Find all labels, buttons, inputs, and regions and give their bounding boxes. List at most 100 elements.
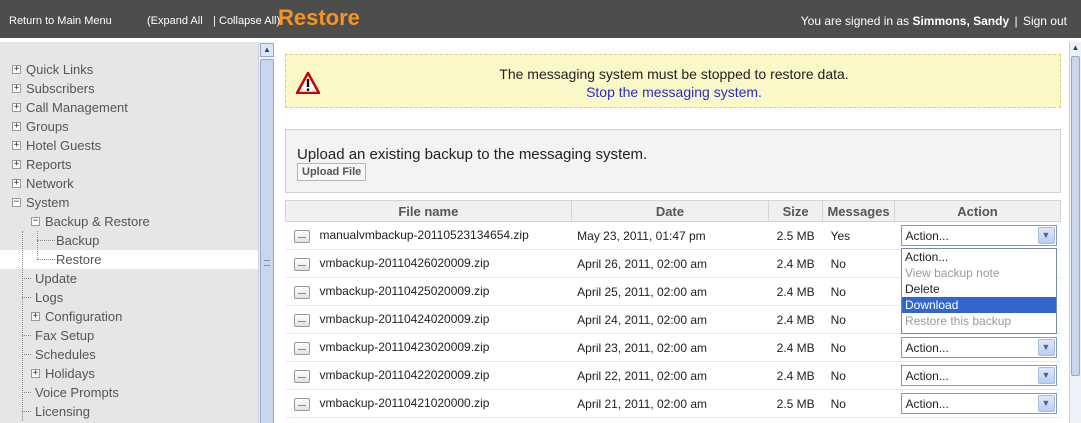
date-cell: May 23, 2011, 01:47 pm [571, 221, 769, 250]
column-header-size[interactable]: Size [768, 200, 824, 222]
sidebar-item-holidays[interactable]: + Holidays [0, 364, 258, 383]
return-to-main-menu-link[interactable]: Return to Main Menu [9, 15, 112, 27]
backup-note-icon[interactable] [293, 397, 310, 411]
expand-icon[interactable]: + [31, 369, 40, 378]
messages-cell: Yes [822, 221, 895, 250]
expand-icon[interactable]: + [12, 179, 21, 188]
date-cell: April 26, 2011, 02:00 am [571, 249, 769, 278]
dropdown-option-view-backup-note: View backup note [905, 266, 1000, 280]
chevron-down-icon[interactable]: ▼ [1037, 395, 1055, 412]
date-cell: April 22, 2011, 02:00 am [571, 361, 769, 390]
action-cell: Action... ▼ [894, 361, 1061, 390]
expand-icon[interactable]: + [12, 141, 21, 150]
page-title: Restore [278, 5, 360, 30]
sidebar-item-update[interactable]: Update [0, 269, 258, 288]
tree-connector [37, 259, 55, 260]
sign-out-link[interactable]: Sign out [1023, 14, 1067, 28]
backup-note-icon[interactable] [293, 313, 310, 327]
sidebar-item-hotel-guests[interactable]: + Hotel Guests [0, 136, 258, 155]
sidebar-item-backup-restore[interactable]: − Backup & Restore [0, 212, 258, 231]
sidebar-scrollbar[interactable]: ▲ [258, 42, 274, 423]
sidebar-item-system[interactable]: − System [0, 193, 258, 212]
sidebar-item-reports[interactable]: + Reports [0, 155, 258, 174]
collapse-all-link[interactable]: Collapse All) [219, 15, 280, 27]
sidebar-item-configuration[interactable]: + Configuration [0, 307, 258, 326]
sidebar-item-subscribers[interactable]: + Subscribers [0, 79, 258, 98]
tree-connector [22, 392, 31, 393]
backup-note-icon[interactable] [293, 341, 310, 355]
sidebar-item-network[interactable]: + Network [0, 174, 258, 193]
action-dropdown-list[interactable]: Action... View backup note Delete Download R… [901, 248, 1057, 334]
collapse-icon[interactable]: − [12, 198, 21, 207]
action-select[interactable]: Action... ▼ [900, 365, 1057, 386]
sidebar-item-label: Network [26, 176, 74, 191]
expand-icon[interactable]: + [31, 312, 40, 321]
file-name-cell: vmbackup-20110423020009.zip [285, 333, 572, 362]
table-row: vmbackup-20110421020000.zip April 21, 201… [285, 389, 1061, 418]
expand-icon[interactable]: + [12, 160, 21, 169]
file-name-cell: vmbackup-20110425020009.zip [285, 277, 572, 306]
action-select[interactable]: Action... ▼ [900, 393, 1057, 414]
chevron-down-icon[interactable]: ▼ [1037, 367, 1055, 384]
expand-icon[interactable]: + [12, 65, 21, 74]
backup-note-icon[interactable] [293, 257, 310, 271]
chevron-down-icon[interactable]: ▼ [1037, 339, 1055, 356]
sidebar-item-restore[interactable]: Restore [0, 250, 258, 269]
dropdown-option-download[interactable]: Download [902, 297, 1056, 313]
scroll-up-arrow-icon[interactable]: ▲ [260, 43, 274, 57]
file-name: vmbackup-20110422020009.zip [319, 368, 490, 383]
scroll-up-arrow-icon[interactable]: ▲ [1070, 42, 1081, 54]
messages-cell: No [822, 249, 895, 278]
size-cell: 2.5 MB [768, 221, 823, 250]
sidebar-item-groups[interactable]: + Groups [0, 117, 258, 136]
backup-note-icon[interactable] [293, 369, 310, 383]
file-name: vmbackup-20110421020000.zip [319, 396, 490, 411]
sidebar-item-call-management[interactable]: + Call Management [0, 98, 258, 117]
messages-cell: No [822, 361, 895, 390]
grip-icon [264, 260, 270, 266]
file-name: manualvmbackup-20110523134654.zip [319, 228, 529, 243]
scrollbar-thumb[interactable] [1071, 56, 1080, 376]
sidebar-item-fax-setup[interactable]: Fax Setup [0, 326, 258, 345]
chevron-down-icon[interactable]: ▼ [1037, 227, 1055, 244]
file-name-cell: vmbackup-20110422020009.zip [285, 361, 572, 390]
expand-icon[interactable]: + [12, 122, 21, 131]
backup-note-icon[interactable] [293, 285, 310, 299]
file-name-cell: vmbackup-20110424020009.zip [285, 305, 572, 334]
upload-description: Upload an existing backup to the messagi… [297, 146, 648, 163]
upload-file-button[interactable]: Upload File [297, 163, 367, 181]
dropdown-option-delete[interactable]: Delete [902, 281, 1056, 297]
expand-all-link[interactable]: (Expand All [147, 15, 203, 27]
file-name: vmbackup-20110425020009.zip [319, 284, 490, 299]
date-cell: April 21, 2011, 02:00 am [571, 389, 769, 418]
sidebar-item-voice-prompts[interactable]: Voice Prompts [0, 383, 258, 402]
action-select[interactable]: Action... ▼ [900, 337, 1057, 358]
column-header-messages[interactable]: Messages [822, 200, 895, 222]
backup-note-icon[interactable] [293, 229, 310, 243]
sidebar-item-backup[interactable]: Backup [0, 231, 258, 250]
dropdown-option-action[interactable]: Action... [902, 249, 1056, 265]
action-select[interactable]: Action... ▼ [900, 225, 1057, 246]
expand-icon[interactable]: + [12, 84, 21, 93]
sidebar-item-quick-links[interactable]: + Quick Links [0, 60, 258, 79]
file-name-cell: vmbackup-20110426020009.zip [285, 249, 572, 278]
stop-messaging-link[interactable]: Stop the messaging system. [286, 84, 1062, 100]
tree-connector [22, 278, 31, 279]
signed-in-prefix: You are signed in as [800, 14, 910, 28]
main-scrollbar[interactable]: ▲ [1069, 42, 1081, 423]
column-header-date[interactable]: Date [570, 200, 770, 222]
sidebar-item-licensing[interactable]: Licensing [0, 402, 258, 421]
scrollbar-thumb[interactable] [260, 59, 274, 423]
warning-box: The messaging system must be stopped to … [285, 54, 1061, 108]
column-header-file-name[interactable]: File name [285, 200, 572, 222]
sidebar-item-label: Licensing [35, 404, 90, 419]
sidebar-item-logs[interactable]: Logs [0, 288, 258, 307]
expand-icon[interactable]: + [12, 103, 21, 112]
sidebar-item-schedules[interactable]: Schedules [0, 345, 258, 364]
sidebar-item-label: Configuration [45, 309, 123, 324]
collapse-icon[interactable]: − [31, 217, 40, 226]
sidebar-item-label: System [26, 195, 70, 210]
action-select-value: Action... [905, 341, 949, 355]
expand-collapse-separator: | [213, 15, 216, 27]
size-cell: 2.4 MB [768, 361, 823, 390]
